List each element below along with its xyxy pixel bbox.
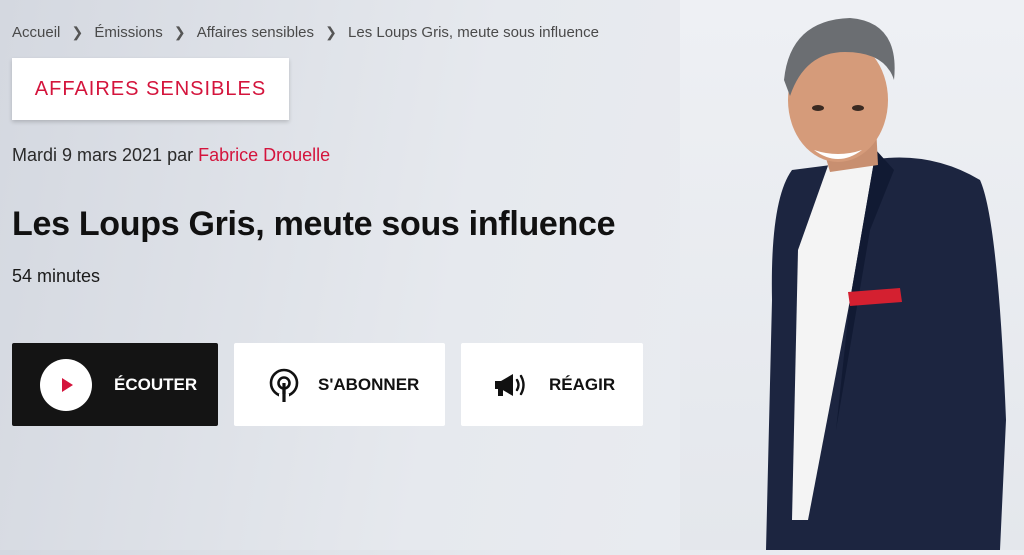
chevron-right-icon: ❯	[71, 24, 84, 40]
episode-meta: Mardi 9 mars 2021 par Fabrice Drouelle	[12, 145, 330, 166]
listen-label: ÉCOUTER	[114, 374, 198, 394]
episode-date: Mardi 9 mars 2021	[12, 145, 163, 165]
breadcrumb-item-show[interactable]: Affaires sensibles	[197, 24, 314, 41]
react-button[interactable]: RÉAGIR	[461, 343, 643, 426]
presenter-photo	[680, 0, 1024, 550]
author-link[interactable]: Fabrice Drouelle	[198, 145, 330, 165]
subscribe-label: S'ABONNER	[318, 374, 420, 394]
episode-title: Les Loups Gris, meute sous influence	[12, 205, 616, 243]
show-name-link[interactable]: AFFAIRES SENSIBLES	[12, 58, 289, 120]
chevron-right-icon: ❯	[325, 24, 337, 40]
play-icon	[40, 358, 92, 411]
by-label: par	[167, 145, 194, 165]
episode-duration: 54 minutes	[12, 266, 101, 286]
podcast-icon	[268, 368, 300, 402]
breadcrumb: Accueil ❯ Émissions ❯ Affaires sensibles…	[12, 24, 599, 41]
breadcrumb-item-emissions[interactable]: Émissions	[94, 24, 162, 41]
listen-button[interactable]: ÉCOUTER	[12, 343, 218, 426]
react-label: RÉAGIR	[549, 374, 616, 394]
subscribe-button[interactable]: S'ABONNER	[234, 343, 445, 426]
chevron-right-icon: ❯	[173, 24, 186, 40]
breadcrumb-item-current: Les Loups Gris, meute sous influence	[348, 24, 599, 41]
megaphone-icon	[493, 372, 529, 398]
breadcrumb-item-accueil[interactable]: Accueil	[12, 24, 60, 41]
